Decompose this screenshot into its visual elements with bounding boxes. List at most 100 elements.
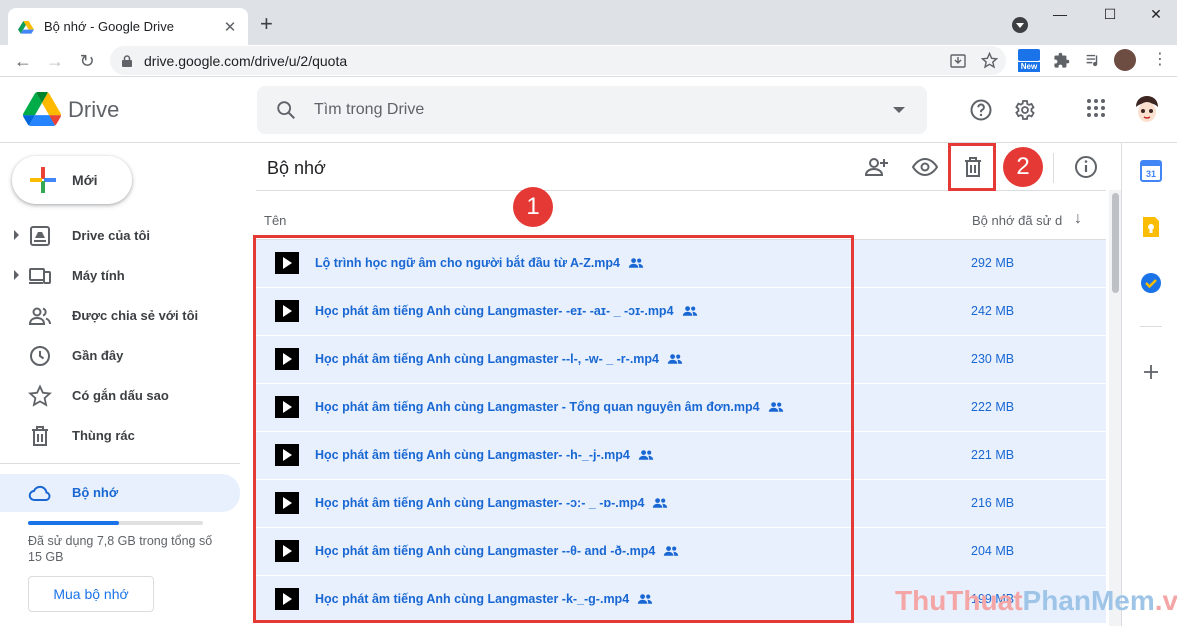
- bookmark-star-icon[interactable]: [981, 52, 998, 69]
- sidebar-item-starred[interactable]: Có gắn dấu sao: [0, 377, 240, 413]
- info-icon[interactable]: [1072, 153, 1100, 181]
- toolbar-divider: [1053, 153, 1054, 183]
- new-tab-button[interactable]: +: [260, 12, 273, 36]
- account-avatar[interactable]: [1130, 93, 1164, 127]
- reload-button[interactable]: ↻: [75, 49, 99, 73]
- drive-search-bar[interactable]: Tìm trong Drive: [257, 86, 927, 134]
- computer-icon: [29, 268, 51, 284]
- star-icon: [28, 384, 52, 407]
- tab-title: Bộ nhớ - Google Drive: [44, 19, 174, 34]
- file-list-header: Tên Bộ nhớ đã sử dụng ↓: [256, 190, 1106, 240]
- apps-grid-icon[interactable]: [1086, 98, 1106, 118]
- preview-eye-icon[interactable]: [911, 153, 939, 181]
- sidebar-item-label: Bộ nhớ: [72, 485, 119, 500]
- watermark-part-2: PhanMem: [1022, 585, 1155, 616]
- browser-tabstrip: Bộ nhớ - Google Drive ✕ + — ☐ ✕: [0, 0, 1177, 45]
- clock-icon: [30, 346, 50, 366]
- back-button[interactable]: ←: [11, 49, 35, 73]
- extensions-puzzle-icon[interactable]: [1053, 52, 1070, 69]
- sidebar-item-computers[interactable]: Máy tính: [0, 257, 240, 293]
- tab-search-icon[interactable]: [1012, 17, 1028, 33]
- sidebar-item-label: Máy tính: [72, 268, 125, 283]
- file-size: 204 MB: [971, 544, 1015, 558]
- sidebar-item-label: Có gắn dấu sao: [72, 388, 169, 403]
- search-options-caret-icon[interactable]: [893, 107, 905, 113]
- settings-gear-icon[interactable]: [1012, 98, 1036, 122]
- column-header-name[interactable]: Tên: [264, 213, 286, 228]
- sidebar-item-label: Được chia sẻ với tôi: [72, 308, 199, 323]
- watermark: ThuThuatPhanMem.vn: [895, 585, 1177, 617]
- drive-logo-icon[interactable]: [22, 92, 62, 126]
- annotation-box-file-list: [253, 235, 854, 623]
- new-button-label: Mới: [72, 172, 98, 188]
- search-icon[interactable]: [275, 99, 297, 121]
- sidebar-item-label: Gần đây: [72, 348, 124, 363]
- file-size: 230 MB: [971, 352, 1015, 366]
- minimize-button[interactable]: —: [1040, 6, 1080, 22]
- watermark-part-1: ThuThuat: [895, 585, 1023, 616]
- sidebar: Mới Drive của tôi Máy tính Được chia sẻ …: [0, 143, 256, 626]
- file-size: 221 MB: [971, 448, 1015, 462]
- sidebar-item-storage[interactable]: Bộ nhớ: [0, 474, 240, 512]
- side-panel: 31: [1121, 143, 1177, 626]
- annotation-badge-2: 2: [1003, 147, 1043, 187]
- share-add-person-icon[interactable]: [862, 153, 890, 181]
- annotation-box-delete: [948, 143, 996, 191]
- file-size: 216 MB: [971, 496, 1015, 510]
- sort-arrow-icon[interactable]: ↓: [1074, 210, 1082, 228]
- calendar-icon[interactable]: 31: [1140, 160, 1162, 182]
- install-app-icon[interactable]: [950, 53, 966, 69]
- lock-icon: [122, 54, 132, 67]
- expand-arrow-icon[interactable]: [14, 270, 19, 280]
- sidebar-item-label: Thùng rác: [72, 428, 135, 443]
- scrollbar-thumb[interactable]: [1112, 193, 1119, 293]
- shared-icon: [28, 307, 51, 325]
- page-title: Bộ nhớ: [267, 158, 326, 178]
- file-size: 242 MB: [971, 304, 1015, 318]
- file-size: 292 MB: [971, 256, 1015, 270]
- sidebar-item-shared-with-me[interactable]: Được chia sẻ với tôi: [0, 297, 240, 333]
- browser-tab[interactable]: Bộ nhớ - Google Drive ✕: [8, 8, 248, 45]
- forward-button[interactable]: →: [43, 49, 67, 73]
- tasks-icon[interactable]: [1140, 272, 1162, 294]
- svg-text:31: 31: [1146, 169, 1156, 179]
- trash-icon: [32, 426, 48, 446]
- profile-avatar[interactable]: [1114, 49, 1136, 71]
- side-panel-divider: [1140, 326, 1162, 327]
- sidebar-item-label: Drive của tôi: [72, 228, 151, 243]
- maximize-button[interactable]: ☐: [1090, 6, 1130, 23]
- buy-storage-button[interactable]: Mua bộ nhớ: [28, 576, 154, 612]
- search-placeholder: Tìm trong Drive: [314, 101, 425, 118]
- browser-menu-icon[interactable]: ⋮: [1152, 51, 1168, 69]
- file-size: 222 MB: [971, 400, 1015, 414]
- browser-toolbar: ← → ↻ drive.google.com/drive/u/2/quota N…: [0, 45, 1177, 77]
- sidebar-item-my-drive[interactable]: Drive của tôi: [0, 217, 240, 253]
- add-addon-plus-icon[interactable]: [1140, 361, 1162, 383]
- keep-icon[interactable]: [1140, 216, 1162, 238]
- column-header-storage[interactable]: Bộ nhớ đã sử dụng: [972, 213, 1063, 228]
- drive-header: Drive Tìm trong Drive: [0, 77, 1177, 143]
- annotation-badge-1: 1: [513, 187, 553, 227]
- address-bar[interactable]: drive.google.com/drive/u/2/quota: [110, 46, 1006, 75]
- url-text: drive.google.com/drive/u/2/quota: [144, 52, 348, 69]
- cloud-icon: [28, 485, 51, 501]
- expand-arrow-icon[interactable]: [14, 230, 19, 240]
- storage-quota-bar: [28, 521, 203, 525]
- window-close-button[interactable]: ✕: [1136, 6, 1176, 23]
- new-button[interactable]: Mới: [12, 156, 132, 204]
- drive-favicon-icon: [18, 20, 34, 34]
- extension-new-badge: New: [1018, 62, 1040, 72]
- help-icon[interactable]: [969, 98, 993, 122]
- sidebar-divider: [0, 463, 240, 464]
- sidebar-item-recent[interactable]: Gần đây: [0, 337, 240, 373]
- extension-new-icon[interactable]: New: [1018, 49, 1040, 72]
- sidebar-item-trash[interactable]: Thùng rác: [0, 417, 240, 453]
- storage-quota-fill: [28, 521, 119, 525]
- app-name: Drive: [68, 97, 120, 122]
- storage-quota-text: Đã sử dụng 7,8 GB trong tổng số 15 GB: [28, 534, 213, 564]
- my-drive-icon: [30, 226, 50, 246]
- plus-icon: [30, 167, 56, 193]
- media-control-icon[interactable]: [1084, 52, 1102, 69]
- tab-close-icon[interactable]: ✕: [222, 18, 238, 36]
- watermark-part-3: .vn: [1154, 585, 1177, 616]
